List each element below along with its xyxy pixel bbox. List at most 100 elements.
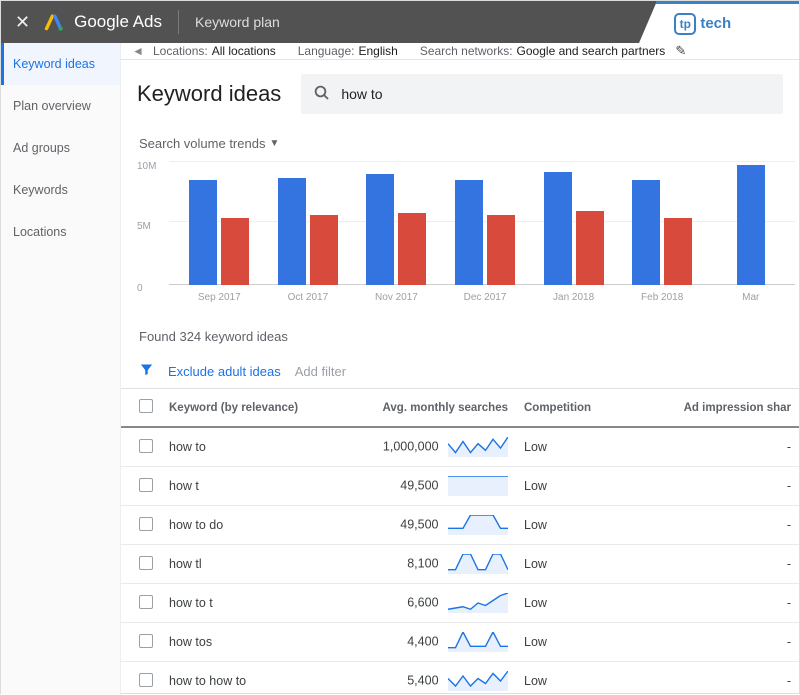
chevron-down-icon: ▼ [269, 138, 279, 149]
techpout-watermark: tp techpout [639, 1, 799, 43]
language-label: Language: [298, 44, 355, 58]
cell-competition: Low [516, 427, 626, 467]
header-adimp[interactable]: Ad impression shar [626, 389, 799, 427]
exclude-adult-link[interactable]: Exclude adult ideas [168, 364, 281, 379]
sparkline [448, 671, 508, 691]
sparkline [448, 593, 508, 613]
bar-blue[interactable] [366, 174, 394, 285]
row-checkbox[interactable] [139, 556, 153, 570]
chart-month: Dec 2017 [441, 161, 530, 285]
techpout-badge: tp [674, 13, 696, 35]
row-checkbox[interactable] [139, 478, 153, 492]
y-tick: 0 [137, 283, 143, 294]
search-icon [313, 84, 331, 105]
product-name: Google Ads [74, 12, 162, 32]
bar-blue[interactable] [189, 180, 217, 285]
select-all-checkbox[interactable] [139, 399, 153, 413]
sparkline [448, 476, 508, 496]
sparkline [448, 554, 508, 574]
cell-competition: Low [516, 662, 626, 695]
bar-red[interactable] [398, 213, 426, 285]
bar-red[interactable] [576, 211, 604, 285]
bar-red[interactable] [310, 215, 338, 285]
x-tick: Dec 2017 [464, 292, 507, 303]
cell-avg: 49,500 [341, 467, 516, 506]
locations-value[interactable]: All locations [212, 44, 276, 58]
cell-adimp: - [626, 427, 799, 467]
cell-avg: 5,400 [341, 662, 516, 695]
bar-blue[interactable] [737, 165, 765, 285]
bar-blue[interactable] [544, 172, 572, 285]
row-checkbox[interactable] [139, 634, 153, 648]
cell-avg: 8,100 [341, 545, 516, 584]
chart-month: Jan 2018 [529, 161, 618, 285]
sidebar-item-locations[interactable]: Locations [1, 211, 120, 253]
sidebar-item-keyword-ideas[interactable]: Keyword ideas [1, 43, 120, 85]
main-content: ◄ Locations: All locations Language: Eng… [121, 43, 799, 695]
row-checkbox[interactable] [139, 673, 153, 687]
bar-blue[interactable] [278, 178, 306, 285]
google-ads-logo: Google Ads [44, 12, 162, 32]
header-competition[interactable]: Competition [516, 389, 626, 427]
chart-dropdown[interactable]: Search volume trends ▼ [121, 124, 799, 157]
header-avg[interactable]: Avg. monthly searches [341, 389, 516, 427]
table-filter-row: Exclude adult ideas Add filter [121, 352, 799, 389]
table-row: how to t6,600 Low- [121, 584, 799, 623]
techpout-text: techpout [700, 15, 763, 32]
cell-adimp: - [626, 662, 799, 695]
bar-blue[interactable] [632, 180, 660, 285]
sidebar-item-ad-groups[interactable]: Ad groups [1, 127, 120, 169]
divider [178, 10, 179, 34]
locations-label: Locations: [153, 44, 208, 58]
table-row: how to how to5,400 Low- [121, 662, 799, 695]
cell-keyword[interactable]: how t [161, 467, 341, 506]
language-value[interactable]: English [358, 44, 397, 58]
cell-keyword[interactable]: how to [161, 427, 341, 467]
cell-adimp: - [626, 506, 799, 545]
funnel-icon[interactable] [139, 362, 154, 380]
cell-avg: 6,600 [341, 584, 516, 623]
sidebar-item-keywords[interactable]: Keywords [1, 169, 120, 211]
breadcrumb: Keyword plan [195, 14, 280, 30]
search-input[interactable] [341, 86, 771, 102]
y-tick: 5M [137, 221, 151, 232]
cell-keyword[interactable]: how tos [161, 623, 341, 662]
networks-value[interactable]: Google and search partners [517, 44, 666, 58]
x-tick: Jan 2018 [553, 292, 594, 303]
y-tick: 10M [137, 161, 156, 172]
page-title: Keyword ideas [137, 81, 281, 107]
google-ads-icon [44, 12, 64, 32]
bar-red[interactable] [487, 215, 515, 285]
sidebar-item-plan-overview[interactable]: Plan overview [1, 85, 120, 127]
cell-avg: 1,000,000 [341, 427, 516, 467]
x-tick: Mar [742, 292, 759, 303]
bar-blue[interactable] [455, 180, 483, 285]
search-box[interactable] [301, 74, 783, 114]
chart-dropdown-label: Search volume trends [139, 136, 265, 151]
chart: 10M5M0Sep 2017Oct 2017Nov 2017Dec 2017Ja… [121, 157, 799, 311]
close-icon[interactable]: ✕ [15, 12, 30, 33]
bar-red[interactable] [664, 218, 692, 285]
row-checkbox[interactable] [139, 439, 153, 453]
edit-icon[interactable]: ✎ [675, 43, 686, 59]
chart-month: Nov 2017 [352, 161, 441, 285]
top-bar: ✕ Google Ads Keyword plan tp techpout [1, 1, 799, 43]
add-filter-link[interactable]: Add filter [295, 364, 346, 379]
cell-keyword[interactable]: how to do [161, 506, 341, 545]
table-row: how tos4,400 Low- [121, 623, 799, 662]
row-checkbox[interactable] [139, 517, 153, 531]
cell-keyword[interactable]: how to how to [161, 662, 341, 695]
cell-adimp: - [626, 545, 799, 584]
table-row: how to1,000,000 Low- [121, 427, 799, 467]
row-checkbox[interactable] [139, 595, 153, 609]
cell-keyword[interactable]: how to t [161, 584, 341, 623]
sparkline [448, 515, 508, 535]
cell-keyword[interactable]: how tl [161, 545, 341, 584]
header-keyword[interactable]: Keyword (by relevance) [161, 389, 341, 427]
cell-competition: Low [516, 584, 626, 623]
cell-avg: 4,400 [341, 623, 516, 662]
sidebar: Keyword ideasPlan overviewAd groupsKeywo… [1, 43, 121, 695]
chevron-left-icon[interactable]: ◄ [127, 44, 149, 58]
bar-red[interactable] [221, 218, 249, 285]
sparkline [448, 632, 508, 652]
